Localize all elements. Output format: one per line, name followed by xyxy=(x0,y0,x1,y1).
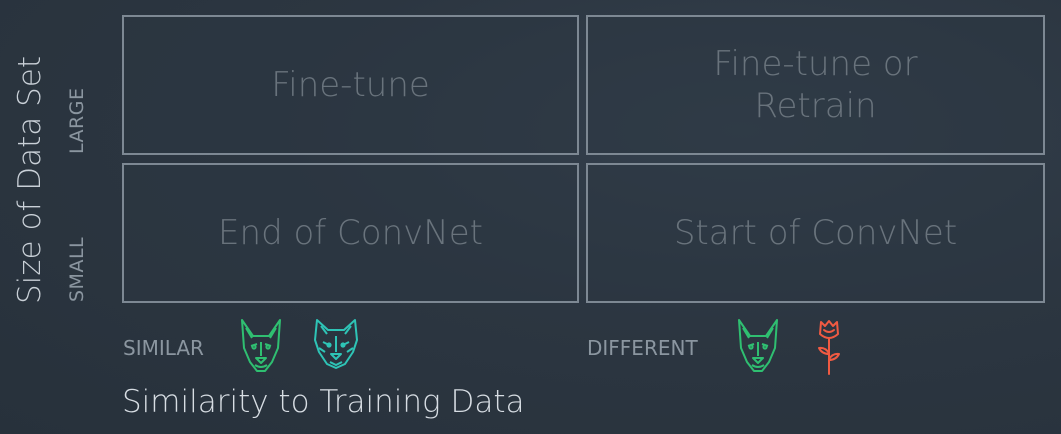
rose-icon xyxy=(818,320,840,375)
x-axis-similar-label: SIMILAR xyxy=(123,336,204,360)
quadrant-small-different-label: Start of ConvNet xyxy=(673,213,958,253)
quadrant-small-similar: End of ConvNet xyxy=(122,163,579,303)
y-axis-large-label: LARGE xyxy=(66,87,88,154)
dog-icon xyxy=(738,319,778,372)
quadrant-large-similar-label: Fine-tune xyxy=(271,65,430,105)
x-axis-different-label: DIFFERENT xyxy=(587,336,698,360)
x-axis-title: Similarity to Training Data xyxy=(122,384,525,420)
quadrant-large-different-label: Fine-tune or Retrain xyxy=(713,44,918,126)
quadrant-large-similar: Fine-tune xyxy=(122,15,579,155)
quadrant-small-similar-label: End of ConvNet xyxy=(218,213,483,253)
wolf-icon xyxy=(314,319,358,369)
y-axis-title: Size of Data Set xyxy=(12,56,48,304)
y-axis-small-label: SMALL xyxy=(66,236,88,302)
quadrant-large-different: Fine-tune or Retrain xyxy=(586,15,1045,155)
dog-icon xyxy=(241,319,281,372)
quadrant-small-different: Start of ConvNet xyxy=(586,163,1045,303)
